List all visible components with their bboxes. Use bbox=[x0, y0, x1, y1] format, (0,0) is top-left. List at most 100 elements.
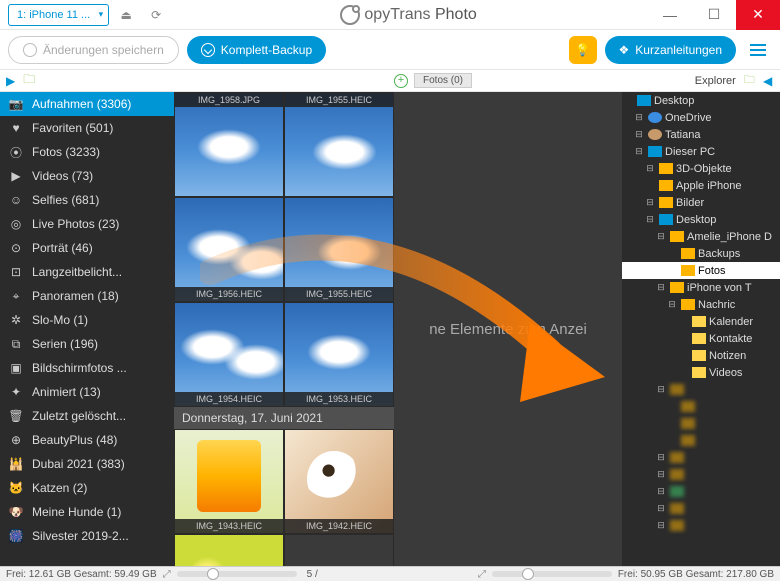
zoom-slider-left[interactable] bbox=[177, 571, 297, 577]
album-label: Selfies (681) bbox=[32, 193, 99, 207]
tree-row[interactable]: ⊟Amelie_iPhone D bbox=[622, 228, 780, 245]
tree-twisty-icon[interactable]: ⊟ bbox=[633, 146, 645, 157]
sidebar-item[interactable]: ▣Bildschirmfotos ... bbox=[0, 356, 174, 380]
sidebar-item[interactable]: ✲Slo-Mo (1) bbox=[0, 308, 174, 332]
album-icon: ✦ bbox=[8, 385, 24, 399]
tree-row[interactable]: Backups bbox=[622, 245, 780, 262]
photo-thumb[interactable]: IMG_1956.HEIC bbox=[174, 197, 284, 302]
tree-twisty-icon[interactable]: ⊟ bbox=[655, 452, 667, 463]
tree-row[interactable]: ⊟OneDrive bbox=[622, 109, 780, 126]
tree-row[interactable]: ⊟ bbox=[622, 466, 780, 483]
add-icon[interactable]: + bbox=[394, 74, 408, 88]
photo-thumb[interactable]: IMG_1953.HEIC bbox=[284, 302, 394, 407]
expand-right-icon[interactable]: ⤢ bbox=[478, 569, 486, 580]
tree-row[interactable]: ⊟Desktop bbox=[622, 211, 780, 228]
folder-open-icon[interactable]: 🗀 bbox=[23, 70, 35, 91]
collapse-icon[interactable]: ▶ bbox=[763, 74, 772, 88]
photo-thumb[interactable]: IMG_1958.JPG bbox=[174, 92, 284, 197]
tree-node-icon bbox=[659, 180, 673, 191]
album-icon: ☺ bbox=[8, 193, 24, 207]
tree-twisty-icon[interactable]: ⊟ bbox=[655, 503, 667, 514]
tree-row[interactable]: ⊟Dieser PC bbox=[622, 143, 780, 160]
expand-left-icon[interactable]: ⤢ bbox=[163, 569, 171, 580]
tree-row[interactable]: ⊟ bbox=[622, 500, 780, 517]
tree-label: Tatiana bbox=[665, 129, 700, 141]
sidebar-item[interactable]: ⌖Panoramen (18) bbox=[0, 284, 174, 308]
sidebar-item[interactable]: 🎆Silvester 2019-2... bbox=[0, 524, 174, 548]
tree-row[interactable]: ⊟3D-Objekte bbox=[622, 160, 780, 177]
drop-area[interactable]: ne Elemente zum Anzei bbox=[394, 92, 622, 566]
tree-twisty-icon[interactable]: ⊟ bbox=[666, 299, 678, 310]
album-label: Favoriten (501) bbox=[32, 121, 113, 135]
sidebar-item[interactable]: ⊕BeautyPlus (48) bbox=[0, 428, 174, 452]
tips-button[interactable]: 💡 bbox=[569, 36, 597, 64]
eject-icon[interactable]: ⏏ bbox=[113, 2, 139, 28]
sidebar-item[interactable]: 🗑Zuletzt gelöscht... bbox=[0, 404, 174, 428]
sidebar-item[interactable]: ⧉Serien (196) bbox=[0, 332, 174, 356]
tree-twisty-icon[interactable]: ⊟ bbox=[655, 486, 667, 497]
tree-row[interactable]: Desktop bbox=[622, 92, 780, 109]
refresh-icon[interactable]: ⟳ bbox=[143, 2, 169, 28]
sidebar-item[interactable]: ♥Favoriten (501) bbox=[0, 116, 174, 140]
tree-twisty-icon[interactable]: ⊟ bbox=[644, 214, 656, 225]
app-name-part1: opyTrans bbox=[364, 6, 430, 24]
photo-thumb[interactable]: IMG_1942.HEIC bbox=[284, 429, 394, 534]
tree-row[interactable]: ⊟iPhone von T bbox=[622, 279, 780, 296]
tree-node-icon bbox=[670, 520, 684, 531]
tree-twisty-icon[interactable]: ⊟ bbox=[633, 129, 645, 140]
photo-thumb[interactable]: IMG_1955.HEIC bbox=[284, 92, 394, 197]
sidebar-item[interactable]: ▶Videos (73) bbox=[0, 164, 174, 188]
tree-row[interactable]: ⊟ bbox=[622, 381, 780, 398]
tree-twisty-icon[interactable]: ⊟ bbox=[655, 282, 667, 293]
tree-row[interactable]: Kalender bbox=[622, 313, 780, 330]
menu-button[interactable] bbox=[744, 36, 772, 64]
tree-twisty-icon[interactable]: ⊟ bbox=[644, 163, 656, 174]
photo-thumb[interactable]: IMG_1943.HEIC bbox=[174, 429, 284, 534]
close-button[interactable]: ✕ bbox=[736, 0, 780, 30]
sidebar-item[interactable]: 🐱Katzen (2) bbox=[0, 476, 174, 500]
guides-button[interactable]: ❖ Kurzanleitungen bbox=[605, 36, 737, 64]
tree-row[interactable]: ⊟ bbox=[622, 449, 780, 466]
tree-twisty-icon[interactable]: ⊟ bbox=[655, 469, 667, 480]
tree-row[interactable]: Videos bbox=[622, 364, 780, 381]
tree-row[interactable]: Fotos bbox=[622, 262, 780, 279]
tree-twisty-icon[interactable]: ⊟ bbox=[655, 520, 667, 531]
folder-icon[interactable]: 🗀 bbox=[744, 71, 755, 90]
explorer-label: Explorer bbox=[695, 75, 736, 87]
tree-row[interactable] bbox=[622, 432, 780, 449]
maximize-button[interactable]: ☐ bbox=[692, 0, 736, 30]
tree-row[interactable]: Kontakte bbox=[622, 330, 780, 347]
sidebar-item[interactable]: ◎Live Photos (23) bbox=[0, 212, 174, 236]
sidebar-item[interactable]: ⦿Fotos (3233) bbox=[0, 140, 174, 164]
tree-row[interactable]: ⊟Bilder bbox=[622, 194, 780, 211]
photo-thumb[interactable]: IMG_1954.HEIC bbox=[174, 302, 284, 407]
tree-node-icon bbox=[681, 299, 695, 310]
photo-thumb[interactable] bbox=[174, 534, 284, 566]
play-icon[interactable]: ▶ bbox=[6, 74, 15, 88]
tree-row[interactable] bbox=[622, 415, 780, 432]
tree-row[interactable]: ⊟ Tatiana bbox=[622, 126, 780, 143]
sidebar-item[interactable]: ☺ Selfies (681) bbox=[0, 188, 174, 212]
tree-row[interactable]: Apple iPhone bbox=[622, 177, 780, 194]
tree-twisty-icon[interactable]: ⊟ bbox=[633, 112, 645, 123]
full-backup-button[interactable]: Komplett-Backup bbox=[187, 36, 326, 64]
sidebar-item[interactable]: ⊡Langzeitbelicht... bbox=[0, 260, 174, 284]
sidebar-item[interactable]: ✦Animiert (13) bbox=[0, 380, 174, 404]
sidebar-item[interactable]: 🕌Dubai 2021 (383) bbox=[0, 452, 174, 476]
tree-row[interactable]: ⊟Nachric bbox=[622, 296, 780, 313]
zoom-slider-right[interactable] bbox=[492, 571, 612, 577]
minimize-button[interactable]: — bbox=[648, 0, 692, 30]
tree-row[interactable]: ⊟ bbox=[622, 517, 780, 534]
sidebar-item[interactable]: ⊙Porträt (46) bbox=[0, 236, 174, 260]
tree-row[interactable]: Notizen bbox=[622, 347, 780, 364]
tree-twisty-icon[interactable]: ⊟ bbox=[655, 231, 667, 242]
tree-twisty-icon[interactable]: ⊟ bbox=[644, 197, 656, 208]
photo-thumb[interactable]: IMG_1955.HEIC bbox=[284, 197, 394, 302]
device-dropdown[interactable]: 1: iPhone 11 ... bbox=[8, 4, 109, 26]
sidebar-item[interactable]: 📷Aufnahmen (3306) bbox=[0, 92, 174, 116]
tree-row[interactable] bbox=[622, 398, 780, 415]
sidebar-item[interactable]: 🐶Meine Hunde (1) bbox=[0, 500, 174, 524]
tree-twisty-icon[interactable]: ⊟ bbox=[655, 384, 667, 395]
fotos-tab[interactable]: Fotos (0) bbox=[414, 73, 472, 88]
tree-row[interactable]: ⊟ bbox=[622, 483, 780, 500]
